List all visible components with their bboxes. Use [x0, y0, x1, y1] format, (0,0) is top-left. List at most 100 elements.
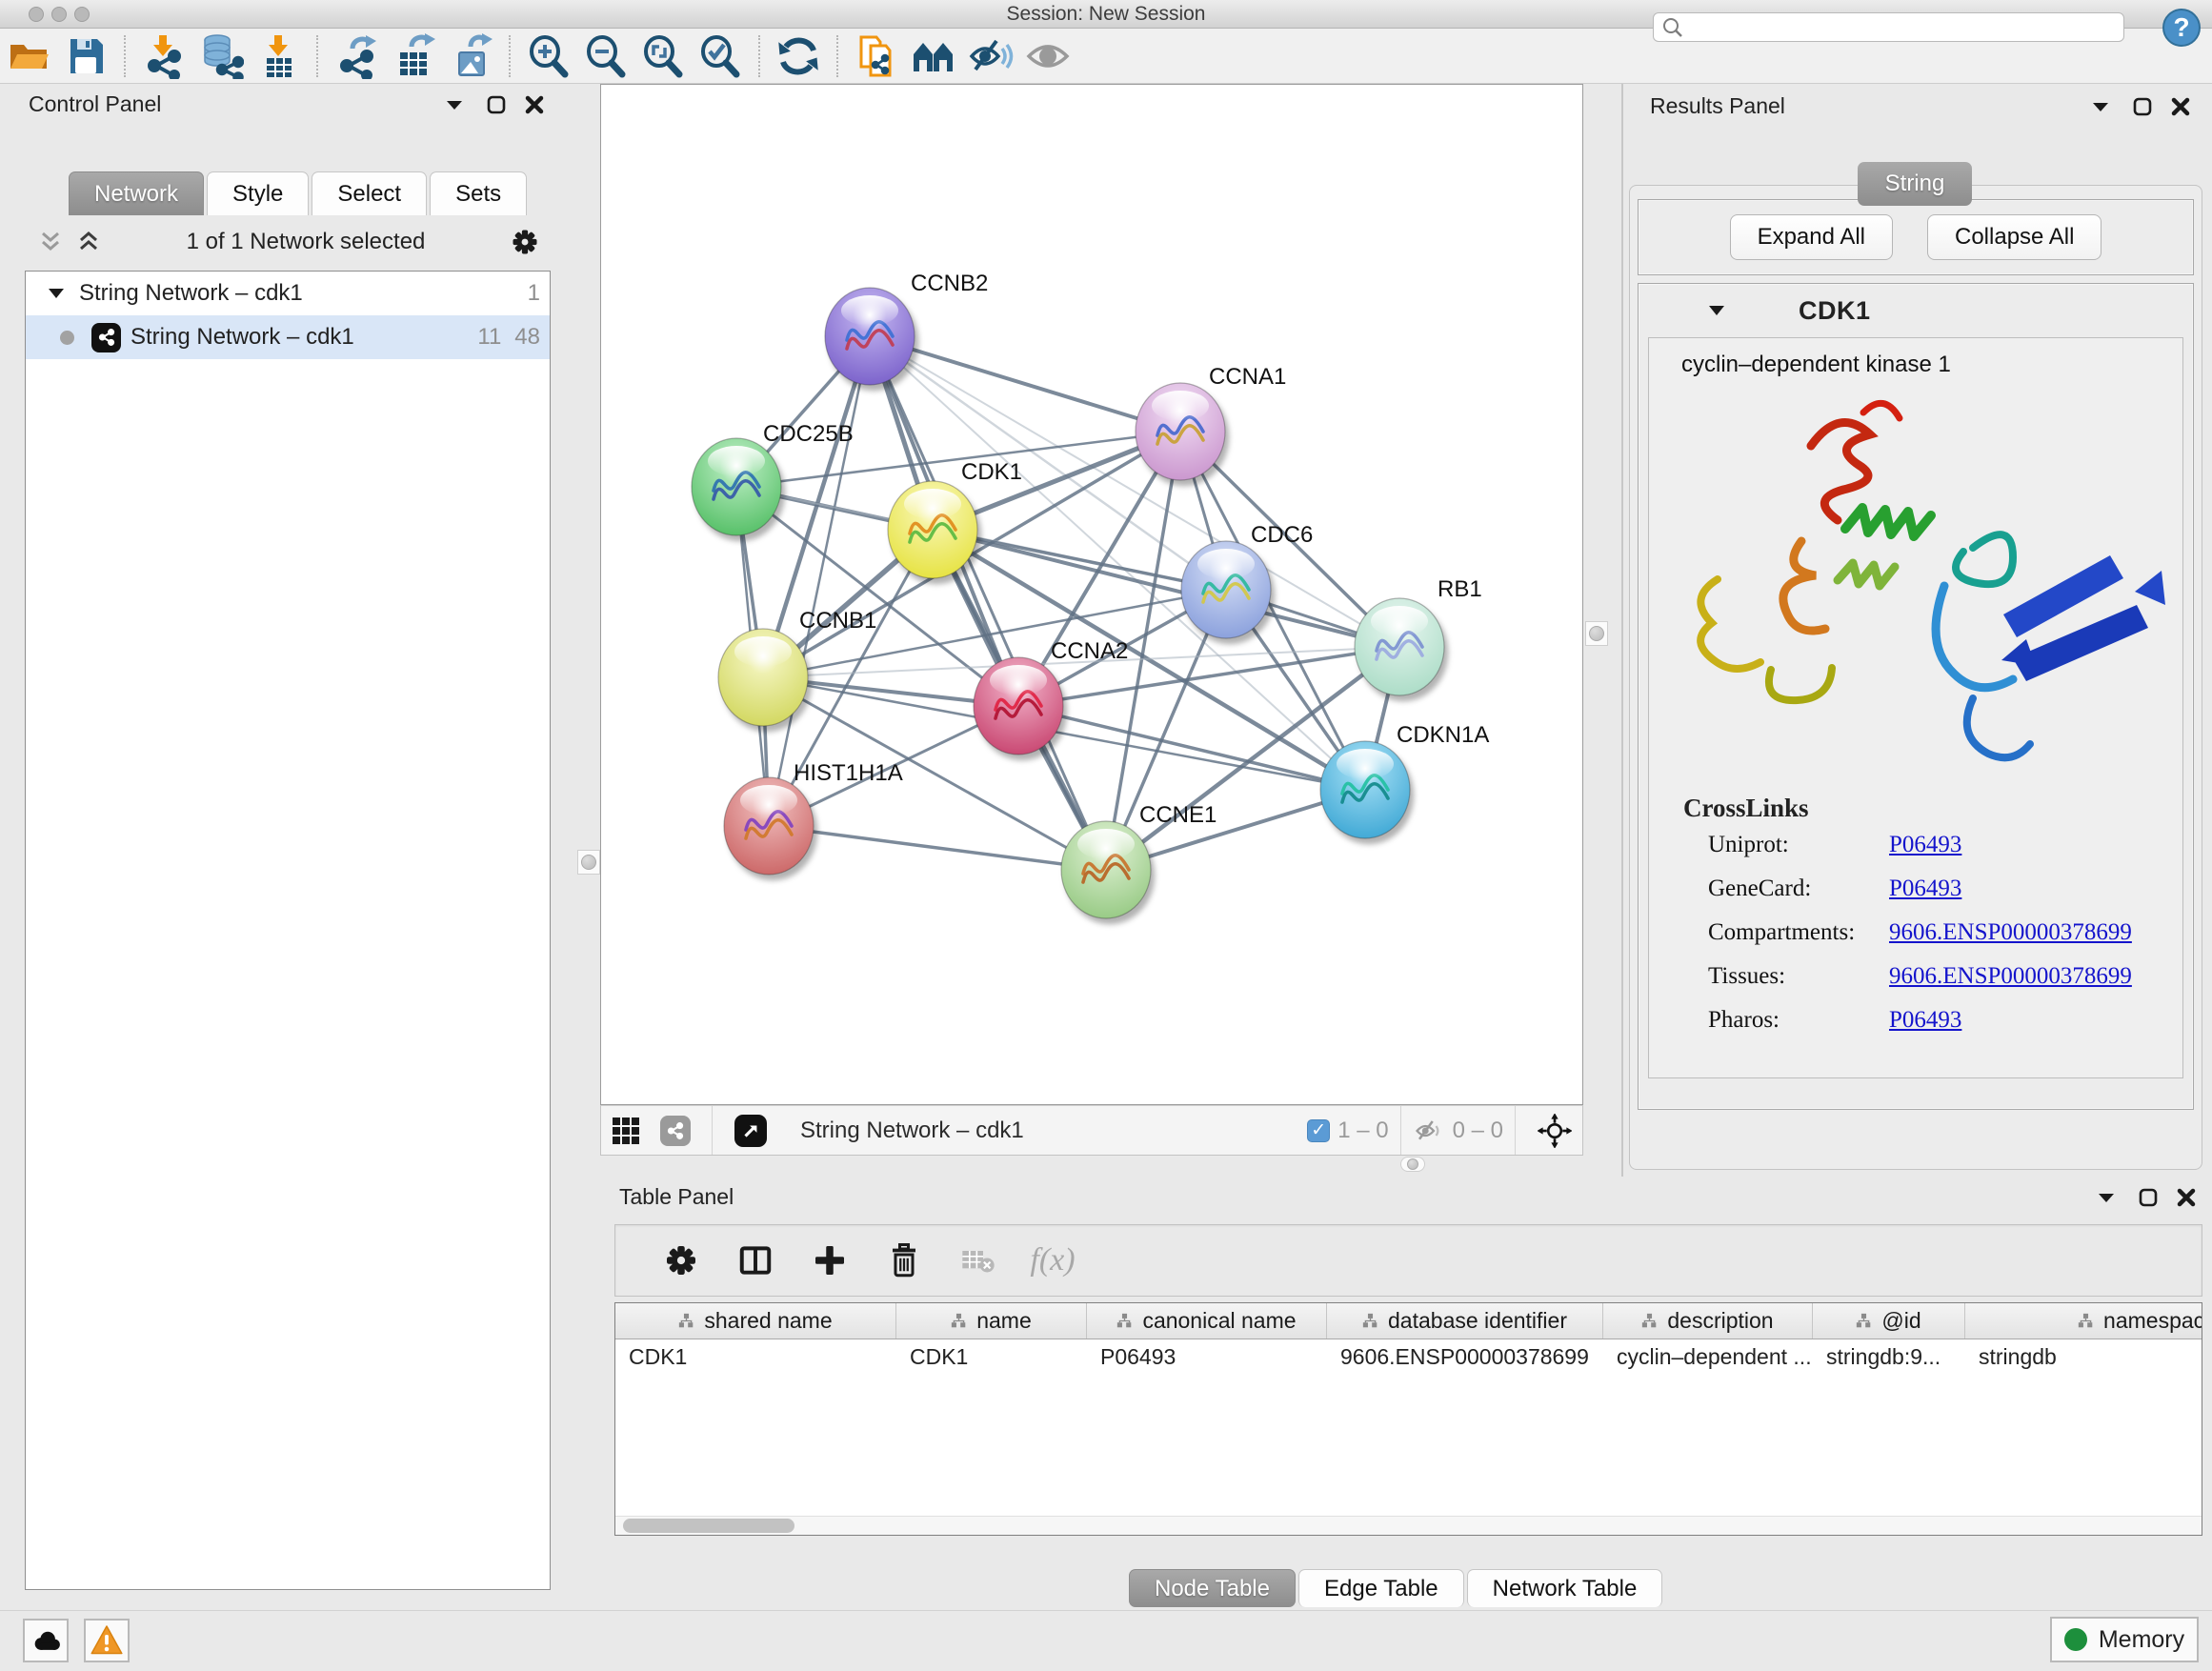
- export-network-button[interactable]: [328, 31, 385, 81]
- add-column-icon[interactable]: [793, 1236, 867, 1285]
- zoom-selected-button[interactable]: [692, 31, 749, 81]
- zoom-fit-button[interactable]: [634, 31, 692, 81]
- hide-selected-button[interactable]: [962, 31, 1019, 81]
- node-CDC6[interactable]: [1181, 541, 1271, 638]
- expand-all-button[interactable]: Expand All: [1730, 214, 1893, 260]
- splitter-knob-bottom[interactable]: [1400, 1157, 1425, 1172]
- open-file-button[interactable]: [0, 31, 57, 81]
- table-cell[interactable]: CDK1: [896, 1339, 1087, 1374]
- column-header-shared-name[interactable]: shared name: [615, 1303, 896, 1339]
- node-CCNE1[interactable]: [1061, 821, 1151, 918]
- window-minimize-button[interactable]: [51, 7, 67, 22]
- snapshot-icon[interactable]: [724, 1106, 777, 1156]
- table-cell[interactable]: cyclin–dependent ...: [1603, 1339, 1813, 1374]
- column-header-@id[interactable]: @id: [1813, 1303, 1965, 1339]
- column-header-database-identifier[interactable]: database identifier: [1327, 1303, 1603, 1339]
- zoom-out-button[interactable]: [577, 31, 634, 81]
- first-neighbors-button[interactable]: [905, 31, 962, 81]
- window-zoom-button[interactable]: [74, 7, 90, 22]
- node-CCNB2[interactable]: [825, 288, 915, 385]
- tab-sets[interactable]: Sets: [430, 171, 527, 215]
- edge-CCNB2-HIST1H1A[interactable]: [769, 336, 870, 826]
- collapse-all-nodes-icon[interactable]: [76, 230, 101, 254]
- column-header-name[interactable]: name: [896, 1303, 1087, 1339]
- h-scrollbar-thumb[interactable]: [623, 1519, 794, 1533]
- tab-node-table[interactable]: Node Table: [1129, 1569, 1296, 1607]
- panel-close-icon[interactable]: [2170, 96, 2191, 117]
- section-collapse-icon[interactable]: [1707, 301, 1726, 320]
- table-cell[interactable]: stringdb: [1965, 1339, 2202, 1374]
- cloud-button[interactable]: [23, 1619, 69, 1662]
- node-CDK1[interactable]: [888, 481, 977, 578]
- edge-CCNB2-CCNE1[interactable]: [870, 336, 1106, 870]
- network-row[interactable]: String Network – cdk1 11 48: [26, 315, 550, 359]
- import-table-file-button[interactable]: [250, 31, 307, 81]
- panel-float-icon[interactable]: [2096, 1187, 2117, 1208]
- fit-content-crosshair-icon[interactable]: [1527, 1106, 1582, 1156]
- zoom-in-button[interactable]: [520, 31, 577, 81]
- node-CCNA1[interactable]: [1136, 383, 1225, 480]
- selected-checkbox-icon[interactable]: ✓: [1307, 1119, 1330, 1142]
- export-image-button[interactable]: [442, 31, 499, 81]
- birdseye-grid-icon[interactable]: [601, 1106, 651, 1156]
- import-network-file-button[interactable]: [135, 31, 192, 81]
- warnings-button[interactable]: [84, 1619, 130, 1662]
- collapse-all-button[interactable]: Collapse All: [1927, 214, 2101, 260]
- crosslink-link[interactable]: 9606.ENSP00000378699: [1889, 963, 2132, 990]
- edge-HIST1H1A-CCNE1[interactable]: [769, 826, 1106, 870]
- expand-all-nodes-icon[interactable]: [38, 230, 63, 254]
- crosslink-link[interactable]: 9606.ENSP00000378699: [1889, 919, 2132, 946]
- splitter-knob-right[interactable]: [1585, 621, 1608, 646]
- help-button[interactable]: ?: [2162, 9, 2201, 47]
- edge-CCNB2-CCNA1[interactable]: [870, 336, 1180, 432]
- tree-expand-icon[interactable]: [47, 284, 66, 303]
- tab-edge-table[interactable]: Edge Table: [1298, 1569, 1464, 1607]
- panel-maximize-icon[interactable]: [2138, 1187, 2159, 1208]
- panel-maximize-icon[interactable]: [2132, 96, 2153, 117]
- node-CDC25B[interactable]: [692, 438, 781, 535]
- node-RB1[interactable]: [1355, 598, 1444, 695]
- node-CCNB1[interactable]: [718, 629, 808, 726]
- panel-close-icon[interactable]: [2176, 1187, 2197, 1208]
- share-network-icon[interactable]: [651, 1106, 700, 1156]
- node-CCNA2[interactable]: [974, 657, 1063, 755]
- export-table-button[interactable]: [385, 31, 442, 81]
- tab-style[interactable]: Style: [207, 171, 309, 215]
- network-canvas[interactable]: CCNB2CCNA1CDC25BCDK1CDC6RB1CCNB1CCNA2CDK…: [600, 84, 1583, 1105]
- panel-maximize-icon[interactable]: [486, 94, 507, 115]
- crosslink-link[interactable]: P06493: [1889, 1007, 1961, 1034]
- column-header-canonical-name[interactable]: canonical name: [1087, 1303, 1327, 1339]
- splitter-knob-left[interactable]: [577, 850, 600, 875]
- panel-float-icon[interactable]: [444, 94, 465, 115]
- edge-CCNA2-CDKN1A[interactable]: [1018, 706, 1365, 790]
- panel-close-icon[interactable]: [524, 94, 545, 115]
- table-cell[interactable]: stringdb:9...: [1813, 1339, 1965, 1374]
- node-HIST1H1A[interactable]: [724, 777, 814, 875]
- delete-column-trash-icon[interactable]: [867, 1236, 941, 1285]
- table-cell[interactable]: 9606.ENSP00000378699: [1327, 1339, 1603, 1374]
- search-input[interactable]: [1684, 16, 2094, 38]
- save-session-button[interactable]: [57, 31, 114, 81]
- node-CDKN1A[interactable]: [1320, 741, 1410, 838]
- table-row[interactable]: CDK1CDK1P064939606.ENSP00000378699cyclin…: [615, 1339, 2202, 1374]
- horizontal-scrollbar[interactable]: [615, 1516, 2202, 1535]
- table-cell[interactable]: CDK1: [615, 1339, 896, 1374]
- window-close-button[interactable]: [29, 7, 44, 22]
- tab-select[interactable]: Select: [312, 171, 427, 215]
- import-network-database-button[interactable]: [192, 31, 250, 81]
- tab-network-table[interactable]: Network Table: [1467, 1569, 1663, 1607]
- network-options-gear-icon[interactable]: [511, 228, 539, 256]
- tab-network[interactable]: Network: [69, 171, 204, 215]
- network-collection-row[interactable]: String Network – cdk1 1: [26, 272, 550, 315]
- panel-float-icon[interactable]: [2090, 96, 2111, 117]
- memory-button[interactable]: Memory: [2050, 1617, 2199, 1662]
- tab-string[interactable]: String: [1858, 162, 1972, 206]
- show-columns-icon[interactable]: [718, 1236, 793, 1285]
- clone-network-button[interactable]: [848, 31, 905, 81]
- search-box[interactable]: [1653, 12, 2124, 42]
- show-graphics-details-button[interactable]: [1019, 31, 1076, 81]
- table-settings-gear-icon[interactable]: [644, 1236, 718, 1285]
- refresh-button[interactable]: [770, 31, 827, 81]
- column-header-description[interactable]: description: [1603, 1303, 1813, 1339]
- column-header-namespace[interactable]: namespace: [1965, 1303, 2202, 1339]
